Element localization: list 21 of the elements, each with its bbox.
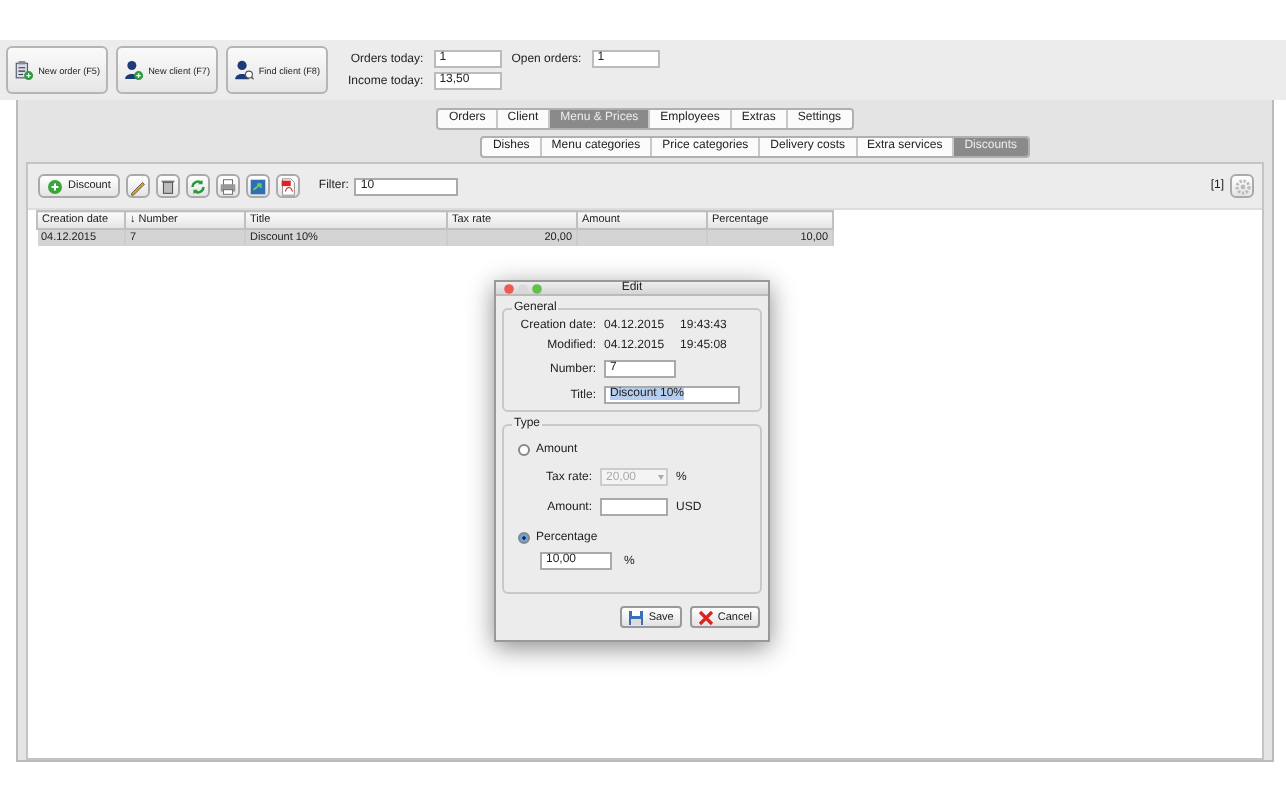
plus-icon	[48, 179, 62, 193]
caret-icon	[656, 472, 666, 482]
amount-field[interactable]	[600, 498, 668, 516]
gear-icon	[1233, 177, 1251, 195]
refresh-icon	[188, 175, 209, 197]
cross-icon	[697, 609, 714, 625]
toolbar-icon-button[interactable]	[216, 174, 241, 198]
toolbar-icon-button[interactable]	[276, 174, 301, 198]
radio-button[interactable]	[518, 532, 530, 544]
radio-button[interactable]	[518, 444, 530, 456]
close-button[interactable]	[504, 283, 514, 293]
printer-icon	[218, 175, 239, 197]
export-icon	[248, 175, 269, 197]
toolbar-icon-button[interactable]	[156, 174, 181, 198]
toolbar-icon-button[interactable]	[186, 174, 211, 198]
toolbar-icon-button[interactable]	[246, 174, 271, 198]
trash-icon	[158, 175, 179, 197]
toolbar-icon-button[interactable]	[126, 174, 151, 198]
settings-button[interactable]	[1230, 174, 1254, 198]
pdf-icon	[278, 175, 299, 197]
zoom-button[interactable]	[532, 283, 542, 293]
